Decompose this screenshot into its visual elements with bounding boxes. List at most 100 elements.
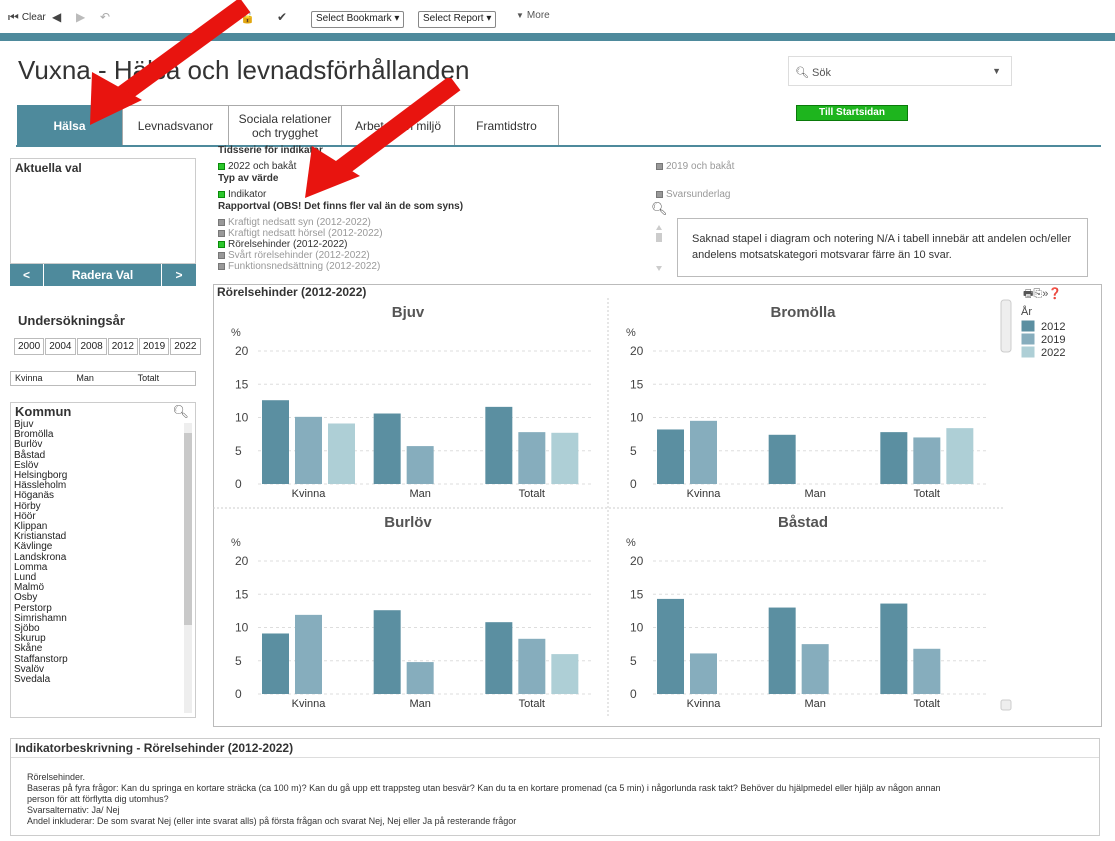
year-option[interactable]: 2019 [139,338,170,355]
prev-button[interactable]: < [10,264,44,286]
legend-swatch [1020,332,1036,346]
selected-dot-icon [218,240,225,248]
report-option[interactable]: Kraftigt nedsatt hörsel (2012-2022) [218,228,383,239]
red-arrow-icon [90,0,251,125]
chart-title: Rörelsehinder (2012-2022) [217,285,367,299]
bar [518,432,546,484]
search-input[interactable]: 🔍︎ Sök ▼ [788,56,1012,86]
chart-scroll-down [1000,699,1012,711]
bar [406,662,434,694]
bar [690,653,717,694]
description-line: Baseras på fyra frågor: Kan du springa e… [27,783,941,793]
y-tick-label: 10 [630,411,644,425]
bar [518,638,546,694]
search-icon[interactable]: 🔍︎ [651,201,668,217]
report-option[interactable]: Funktionsnedsättning (2012-2022) [218,261,380,272]
report-scrollbar[interactable] [655,222,662,272]
x-tick-label: Kvinna [292,698,327,710]
panel-title: Båstad [778,514,828,531]
municipality-item[interactable]: Malmö [11,583,195,593]
legend-label: 2019 [1041,334,1065,346]
x-tick-label: Kvinna [687,698,722,710]
gender-list: Kvinna Man Totalt [10,371,196,386]
legend-swatch [1020,345,1036,359]
municipality-item[interactable]: Hörby [11,501,195,512]
y-tick-label: 10 [630,621,644,635]
value-type-title: Typ av värde [218,173,279,184]
bar [880,603,908,694]
report-option-selected[interactable]: Rörelsehinder (2012-2022) [218,239,348,250]
survey-year-list: 2000 2004 2008 2012 2019 2022 [14,338,202,355]
bar [551,654,579,694]
report-option[interactable]: Kraftigt nedsatt syn (2012-2022) [218,217,371,228]
bar [801,644,829,694]
report-select[interactable]: Select Report ▾ [418,11,497,28]
y-tick-label: 5 [630,444,637,458]
legend-label: 2022 [1041,347,1065,359]
description-line: Svarsalternativ: Ja/ Nej [27,805,120,815]
bar [913,648,941,694]
municipality-item[interactable]: Båstad [11,450,195,461]
check-button[interactable]: ✔ [277,10,287,24]
search-icon[interactable]: 🔍︎ [172,404,189,420]
y-tick-label: 15 [630,587,644,601]
description-line: person för att förflytta dig utomhus? [27,794,169,804]
gender-option[interactable]: Kvinna [11,372,72,385]
y-tick-label: 20 [235,554,249,568]
chevron-down-icon: ▾ [394,13,400,24]
year-option[interactable]: 2008 [76,338,107,355]
selected-dot-icon [218,162,225,170]
year-option[interactable]: 2022 [170,338,201,355]
y-axis-label: % [626,327,636,339]
bookmark-select[interactable]: Select Bookmark ▾ [311,11,405,28]
more-button[interactable]: ▼ More [516,10,550,21]
y-tick-label: 0 [235,687,242,701]
bar [262,633,289,694]
value-type-option[interactable]: Indikator [218,189,266,200]
bar [946,428,974,484]
x-tick-label: Man [804,488,825,500]
gender-option[interactable]: Man [72,372,133,385]
y-tick-label: 5 [630,654,637,668]
chart-svg: Bjuv% 0 5 10 15 20 Kvinna Man Totalt Bromölla% 0 5 1… [213,298,1065,718]
description-title: Indikatorbeskrivning - Rörelsehinder (20… [11,739,1099,758]
municipality-item[interactable]: Lomma [11,562,195,573]
bar [690,420,717,484]
home-button[interactable]: Till Startsidan [796,105,908,121]
search-icon: 🔍︎ [795,67,809,79]
municipality-items: Bjuv Bromölla Burlöv Båstad Eslöv Helsingborg… [11,419,195,685]
y-tick-label: 10 [235,411,249,425]
x-tick-label: Totalt [519,488,545,500]
x-tick-label: Man [409,488,430,500]
tidsserie-option[interactable]: 2019 och bakåt [656,161,734,172]
unselected-dot-icon [218,262,225,270]
year-option[interactable]: 2012 [107,338,138,355]
next-button[interactable]: > [162,264,196,286]
x-tick-label: Kvinna [292,488,327,500]
panel-title: Bromölla [770,304,836,321]
value-type-option[interactable]: Svarsunderlag [656,189,730,200]
unselected-dot-icon [656,190,663,198]
y-tick-label: 0 [630,477,637,491]
clear-button[interactable]: ⏮ Clear [8,10,46,25]
info-box: Saknad stapel i diagram och notering N/A… [677,218,1088,277]
scrollbar-thumb[interactable] [184,433,192,625]
y-tick-label: 20 [235,344,249,358]
y-tick-label: 5 [235,654,242,668]
tab-underline [16,145,1101,147]
tidsserie-option[interactable]: 2022 och bakåt [218,161,296,172]
year-option[interactable]: 2000 [14,338,45,355]
description-line: Rörelsehinder. [27,772,86,782]
y-tick-label: 20 [630,554,644,568]
municipality-item[interactable]: Svedala [11,674,195,685]
report-option[interactable]: Svårt rörelsehinder (2012-2022) [218,250,370,261]
bar [373,610,401,694]
gender-option[interactable]: Totalt [134,372,195,385]
year-option[interactable]: 2004 [45,338,76,355]
y-tick-label: 15 [235,587,249,601]
clear-selections-button[interactable]: Radera Val [44,264,162,286]
chevron-down-icon: ▾ [486,13,492,24]
unselected-dot-icon [218,218,225,226]
y-tick-label: 15 [235,377,249,391]
y-tick-label: 0 [630,687,637,701]
